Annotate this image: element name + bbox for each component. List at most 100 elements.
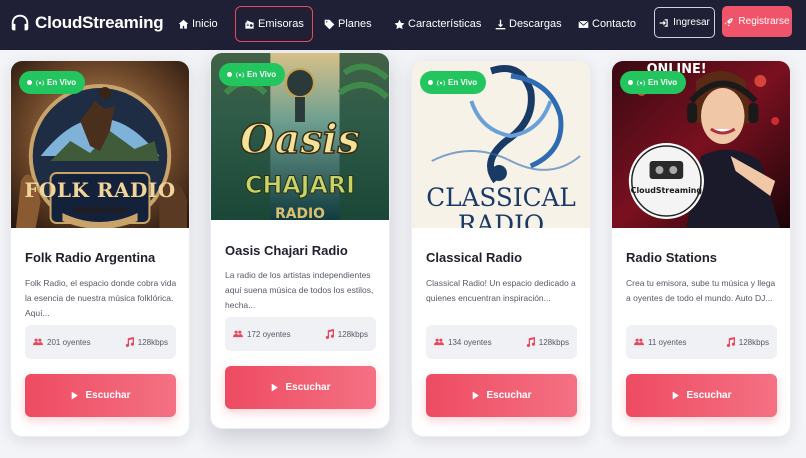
bitrate-stat: 128kbps xyxy=(725,337,769,347)
radio-icon xyxy=(245,19,254,29)
art-text: RADIO xyxy=(275,206,325,220)
live-dot-icon xyxy=(428,80,433,85)
listeners-count: 172 oyentes xyxy=(247,329,291,339)
station-card: Oasis CHAJARI RADIO En Vivo Oasis Chajar… xyxy=(210,52,390,429)
listen-label: Escuchar xyxy=(486,390,532,401)
listeners-count: 11 oyentes xyxy=(648,337,687,347)
station-title[interactable]: Classical Radio xyxy=(426,250,522,265)
bitrate-value: 128kbps xyxy=(538,337,569,347)
nav-item-planes[interactable]: Planes xyxy=(324,6,372,42)
station-card: CLASSICAL RADIO En Vivo Classical Radio … xyxy=(411,60,591,437)
live-label: En Vivo xyxy=(448,78,478,87)
listen-button[interactable]: Escuchar xyxy=(626,374,777,417)
nav-item-emisoras[interactable]: Emisoras xyxy=(235,6,313,42)
nav-item-label: Contacto xyxy=(592,18,637,30)
download-icon xyxy=(495,19,506,29)
art-text: Oasis xyxy=(240,117,360,163)
live-label: En Vivo xyxy=(247,70,277,79)
listen-label: Escuchar xyxy=(85,390,131,401)
star-icon xyxy=(394,19,405,29)
live-badge: En Vivo xyxy=(620,71,687,94)
broadcast-icon xyxy=(437,79,445,86)
users-icon xyxy=(434,338,444,346)
station-stats: 201 oyentes 128kbps xyxy=(25,325,176,359)
art-text: CLASSICAL xyxy=(426,183,576,212)
listeners-stat: 172 oyentes xyxy=(233,329,291,339)
station-card: En Vivo Folk Radio Argentina Folk Radio,… xyxy=(10,60,190,437)
play-icon xyxy=(473,391,480,400)
station-description: Classical Radio! Un espacio dedicado a q… xyxy=(426,278,576,303)
music-note-icon xyxy=(125,337,134,347)
nav-item-contacto[interactable]: Contacto xyxy=(578,6,636,42)
sign-in-icon xyxy=(659,18,668,27)
nav-item-label: Planes xyxy=(338,18,372,30)
station-card: CloudStreaming ONLINE! En Vivo Radio Sta… xyxy=(611,60,791,437)
nav-item-label: Emisoras xyxy=(258,18,304,30)
home-icon xyxy=(178,19,189,29)
nav-item-label: Características xyxy=(408,18,482,30)
live-dot-icon xyxy=(628,80,633,85)
listen-button[interactable]: Escuchar xyxy=(426,374,577,417)
live-badge: En Vivo xyxy=(219,63,286,86)
listen-label: Escuchar xyxy=(285,382,331,393)
nav-item-label: Descargas xyxy=(509,18,562,30)
station-description: Folk Radio, el espacio donde cobra vida … xyxy=(25,278,177,318)
listeners-stat: 201 oyentes xyxy=(33,337,91,347)
station-stats: 134 oyentes 128kbps xyxy=(426,325,577,359)
station-description: Crea tu emisora, sube tu música y llega … xyxy=(626,278,776,303)
station-description: La radio de los artistas independientes … xyxy=(225,270,374,310)
play-icon xyxy=(272,383,279,392)
play-icon xyxy=(673,391,680,400)
broadcast-icon xyxy=(637,79,645,86)
broadcast-icon xyxy=(236,71,244,78)
listeners-stat: 134 oyentes xyxy=(434,337,492,347)
music-note-icon xyxy=(526,337,535,347)
art-text: CloudStreaming xyxy=(631,186,703,195)
station-stats: 11 oyentes 128kbps xyxy=(626,325,777,359)
nav-item-descargas[interactable]: Descargas xyxy=(495,6,562,42)
rocket-icon xyxy=(725,17,734,26)
brand-name: CloudStreaming xyxy=(35,13,164,32)
users-icon xyxy=(233,330,243,338)
music-note-icon xyxy=(726,337,735,347)
bitrate-stat: 128kbps xyxy=(324,329,368,339)
headphones-icon xyxy=(11,14,29,31)
listeners-count: 201 oyentes xyxy=(47,337,91,347)
listeners-stat: 11 oyentes xyxy=(634,337,687,347)
bitrate-value: 128kbps xyxy=(337,329,368,339)
station-title[interactable]: Folk Radio Argentina xyxy=(25,250,155,265)
bitrate-value: 128kbps xyxy=(137,337,168,347)
login-label: Ingresar xyxy=(673,17,710,28)
login-button[interactable]: Ingresar xyxy=(654,7,715,38)
music-note-icon xyxy=(325,329,334,339)
bitrate-stat: 128kbps xyxy=(124,337,168,347)
live-badge: En Vivo xyxy=(420,71,487,94)
art-text: RADIO xyxy=(458,210,544,228)
register-button[interactable]: Registrarse xyxy=(722,6,792,37)
listeners-count: 134 oyentes xyxy=(448,337,492,347)
register-label: Registrarse xyxy=(738,16,790,27)
nav-item-label: Inicio xyxy=(192,18,218,30)
top-navbar: CloudStreaming Inicio Emisoras Planes Ca… xyxy=(0,0,806,50)
users-icon xyxy=(634,338,644,346)
listen-button[interactable]: Escuchar xyxy=(25,374,176,417)
broadcast-icon xyxy=(36,79,44,86)
station-title[interactable]: Radio Stations xyxy=(626,250,717,265)
brand-logo[interactable]: CloudStreaming xyxy=(9,12,164,34)
users-icon xyxy=(33,338,43,346)
play-icon xyxy=(72,391,79,400)
tag-icon xyxy=(324,19,335,29)
bitrate-value: 128kbps xyxy=(738,337,769,347)
listen-label: Escuchar xyxy=(686,390,732,401)
station-title[interactable]: Oasis Chajari Radio xyxy=(225,243,348,258)
live-badge: En Vivo xyxy=(19,71,86,94)
live-label: En Vivo xyxy=(47,78,77,87)
live-dot-icon xyxy=(227,72,232,77)
envelope-icon xyxy=(578,20,589,28)
live-dot-icon xyxy=(27,80,32,85)
bitrate-stat: 128kbps xyxy=(525,337,569,347)
listen-button[interactable]: Escuchar xyxy=(225,366,376,409)
art-text: CHAJARI xyxy=(245,171,355,199)
nav-item-inicio[interactable]: Inicio xyxy=(178,6,218,42)
nav-item-caracteristicas[interactable]: Características xyxy=(394,6,481,42)
